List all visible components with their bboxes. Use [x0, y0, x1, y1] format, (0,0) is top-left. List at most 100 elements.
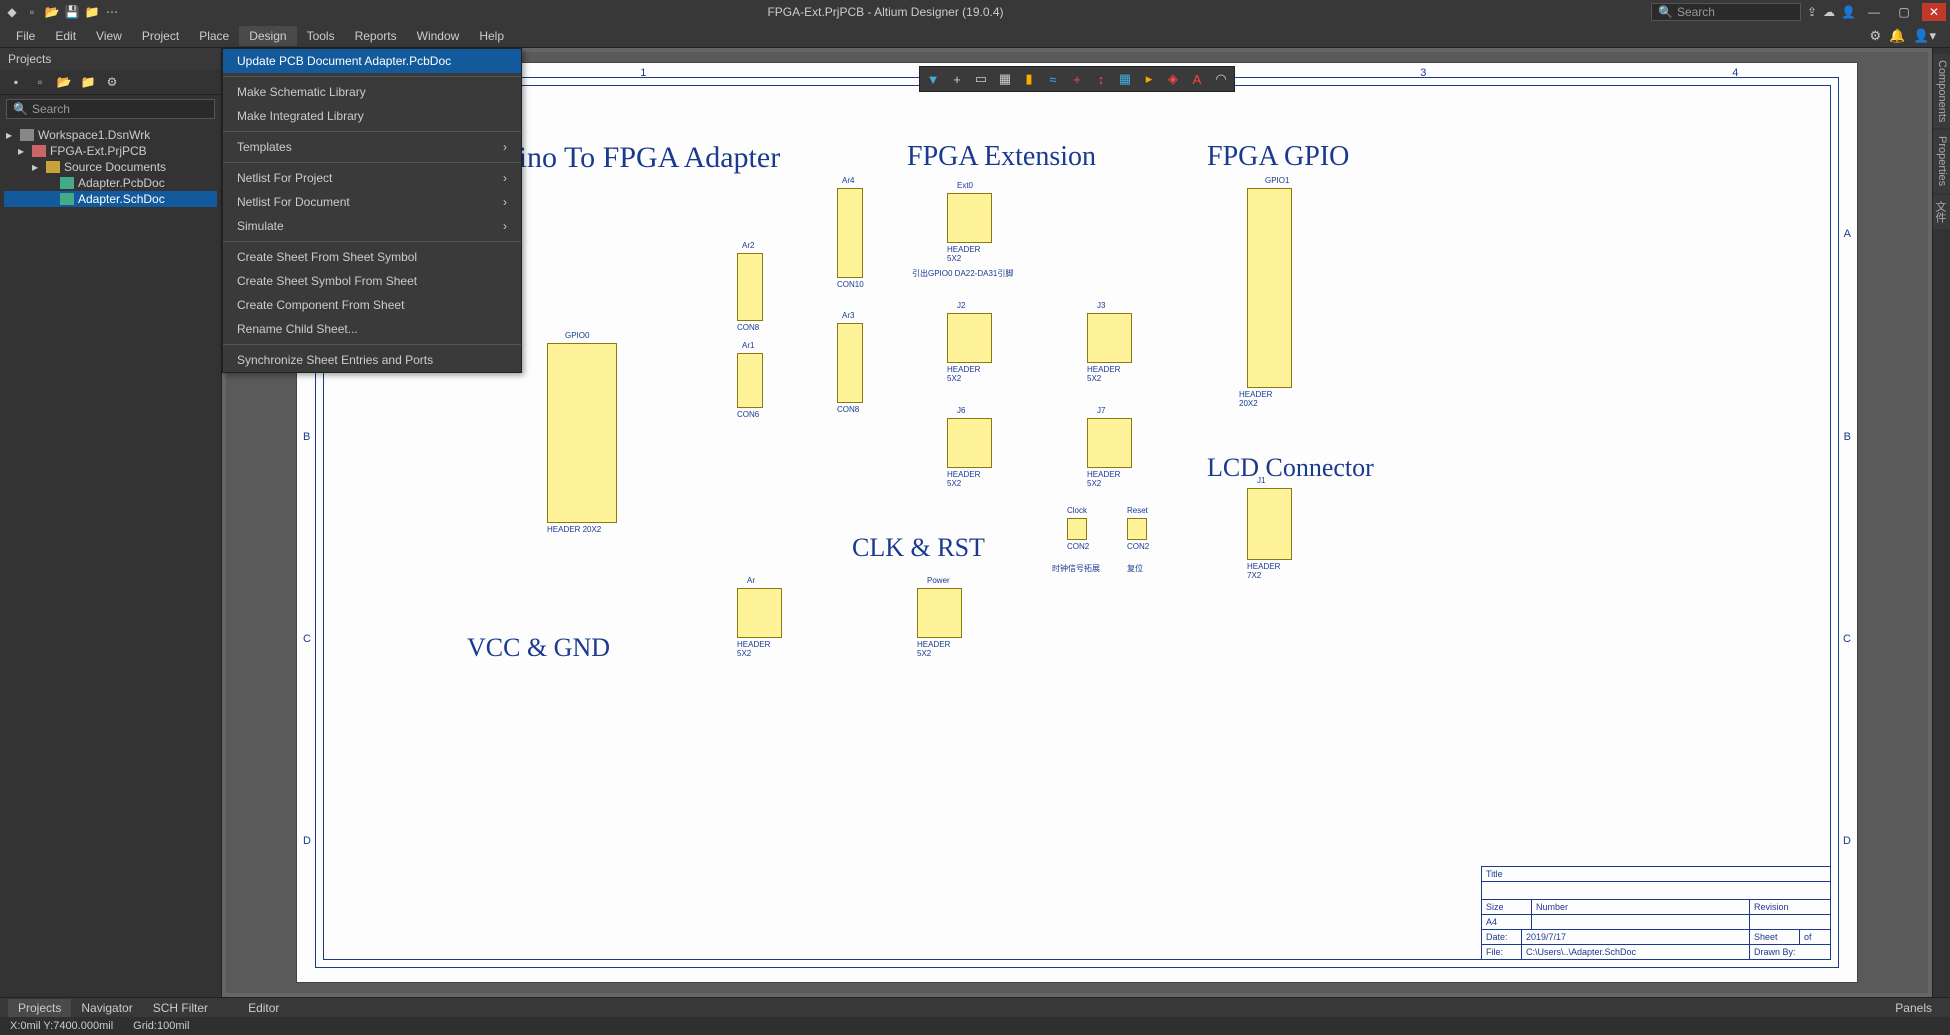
comp-ar2[interactable]: Ar2 CON8 — [737, 253, 763, 321]
projects-toolbar: ▪ ▫ 📂 📁 ⚙ — [0, 70, 221, 95]
tree-item[interactable]: ▸Workspace1.DsnWrk — [4, 127, 217, 143]
maximize-button[interactable]: ▢ — [1892, 3, 1916, 21]
menu-window[interactable]: Window — [407, 26, 470, 46]
align4-icon[interactable]: ↕ — [1092, 70, 1110, 88]
menu-place[interactable]: Place — [189, 26, 239, 46]
menu-file[interactable]: File — [6, 26, 45, 46]
zone-side-b: B — [1844, 431, 1851, 443]
comp-power[interactable]: Power HEADER 5X2 — [917, 588, 962, 638]
dropdown-item[interactable]: Templates — [223, 135, 521, 159]
menu-view[interactable]: View — [86, 26, 132, 46]
comp-j1[interactable]: J1 HEADER 7X2 — [1247, 488, 1292, 560]
menu-help[interactable]: Help — [469, 26, 514, 46]
tree-item[interactable]: Adapter.PcbDoc — [4, 175, 217, 191]
select-icon[interactable]: ▭ — [972, 70, 990, 88]
cloud-icon[interactable]: ☁ — [1823, 5, 1835, 19]
status-tab-schfilter[interactable]: SCH Filter — [143, 999, 218, 1017]
panel-btn2-icon[interactable]: ▫ — [32, 74, 48, 90]
zone-top-3: 3 — [1420, 67, 1426, 79]
user-icon[interactable]: 👤 — [1841, 5, 1856, 19]
text-icon[interactable]: A — [1188, 70, 1206, 88]
align3-icon[interactable]: + — [1068, 70, 1086, 88]
filter-icon[interactable]: ▼ — [924, 70, 942, 88]
zone-top-1: 1 — [640, 67, 646, 79]
dropdown-item[interactable]: Simulate — [223, 214, 521, 238]
status-panels[interactable]: Panels — [1885, 999, 1942, 1017]
comp-j2[interactable]: J2 HEADER 5X2 — [947, 313, 992, 363]
menu-reports[interactable]: Reports — [345, 26, 407, 46]
global-search[interactable]: 🔍 Search — [1651, 3, 1801, 21]
dropdown-item[interactable]: Update PCB Document Adapter.PcbDoc — [223, 49, 521, 73]
gear-icon[interactable]: ⚙ — [1869, 28, 1881, 44]
status-tab-projects[interactable]: Projects — [8, 999, 71, 1017]
account-icon[interactable]: 👤▾ — [1913, 28, 1936, 44]
open-icon[interactable]: 📂 — [44, 4, 60, 20]
menu-tools[interactable]: Tools — [297, 26, 345, 46]
move-icon[interactable]: ▸ — [1140, 70, 1158, 88]
comp-ar1[interactable]: Ar1 CON6 — [737, 353, 763, 408]
comp-ar3[interactable]: Ar3 CON8 — [837, 323, 863, 403]
dropdown-item[interactable]: Netlist For Project — [223, 166, 521, 190]
design-dropdown: Update PCB Document Adapter.PcbDoc Make S… — [222, 48, 522, 373]
comp-ar4[interactable]: Ar4 CON10 — [837, 188, 863, 278]
dropdown-item[interactable]: Rename Child Sheet... — [223, 317, 521, 341]
shape-icon[interactable]: ◠ — [1212, 70, 1230, 88]
search-placeholder: Search — [1677, 5, 1715, 19]
comp-j7[interactable]: J7 HEADER 5X2 — [1087, 418, 1132, 468]
panel-btn1-icon[interactable]: ▪ — [8, 74, 24, 90]
schematic-sheet[interactable]: 1 2 3 4 A B C D B C D Arduino To FPGA Ad… — [296, 62, 1858, 983]
grid-readout: Grid:100mil — [133, 1020, 189, 1032]
group-icon[interactable]: ▦ — [996, 70, 1014, 88]
save-icon[interactable]: 💾 — [64, 4, 80, 20]
zone-side-d: D — [1843, 835, 1851, 847]
dropdown-item[interactable]: Make Integrated Library — [223, 104, 521, 128]
comp-j6[interactable]: J6 HEADER 5X2 — [947, 418, 992, 468]
title-vccgnd: VCC & GND — [467, 633, 610, 663]
zone-left-d: D — [303, 835, 311, 847]
new-icon[interactable]: ▫ — [24, 4, 40, 20]
tab-properties[interactable]: Properties — [1933, 130, 1950, 192]
panel-btn4-icon[interactable]: 📁 — [80, 74, 96, 90]
comp-reset[interactable]: Reset CON2 — [1127, 518, 1147, 540]
dropdown-item[interactable]: Synchronize Sheet Entries and Ports — [223, 348, 521, 372]
tree-item[interactable]: Adapter.SchDoc — [4, 191, 217, 207]
color-icon[interactable]: ◈ — [1164, 70, 1182, 88]
dropdown-item[interactable]: Netlist For Document — [223, 190, 521, 214]
dropdown-item[interactable]: Create Sheet Symbol From Sheet — [223, 269, 521, 293]
dropdown-item[interactable]: Create Sheet From Sheet Symbol — [223, 245, 521, 269]
status-tab-navigator[interactable]: Navigator — [71, 999, 142, 1017]
comp-gpio1[interactable]: GPIO1 HEADER 20X2 — [1247, 188, 1292, 388]
status-tab-editor[interactable]: Editor — [238, 999, 289, 1017]
dropdown-item[interactable]: Create Component From Sheet — [223, 293, 521, 317]
menu-design[interactable]: Design — [239, 26, 296, 46]
active-bar: ▼ + ▭ ▦ ▮ ≈ + ↕ ▦ ▸ ◈ A ◠ — [919, 66, 1235, 92]
align1-icon[interactable]: ▮ — [1020, 70, 1038, 88]
tab-components[interactable]: Components — [1933, 54, 1950, 128]
comp-ar[interactable]: Ar HEADER 5X2 — [737, 588, 782, 638]
plus-icon[interactable]: + — [948, 70, 966, 88]
panel-btn5-icon[interactable]: ⚙ — [104, 74, 120, 90]
more-icon[interactable]: ⋯ — [104, 4, 120, 20]
dropdown-item[interactable]: Make Schematic Library — [223, 80, 521, 104]
menu-project[interactable]: Project — [132, 26, 189, 46]
comp-j3[interactable]: J3 HEADER 5X2 — [1087, 313, 1132, 363]
title-right-controls: 🔍 Search ⇪ ☁ 👤 — ▢ ✕ — [1651, 3, 1946, 21]
close-button[interactable]: ✕ — [1922, 3, 1946, 21]
align2-icon[interactable]: ≈ — [1044, 70, 1062, 88]
comp-ext0[interactable]: Ext0 HEADER 5X2 — [947, 193, 992, 243]
comp-clock[interactable]: Clock CON2 — [1067, 518, 1087, 540]
tree-item[interactable]: ▸FPGA-Ext.PrjPCB — [4, 143, 217, 159]
open2-icon[interactable]: 📁 — [84, 4, 100, 20]
notification-icon[interactable]: 🔔 — [1889, 28, 1905, 44]
projects-panel: Projects ▪ ▫ 📂 📁 ⚙ 🔍 Search ▸Workspace1.… — [0, 48, 222, 997]
tab-cn-file[interactable]: 文件 — [1933, 195, 1950, 229]
comp-gpio0[interactable]: GPIO0 HEADER 20X2 — [547, 343, 617, 523]
tree-item[interactable]: ▸Source Documents — [4, 159, 217, 175]
share-icon[interactable]: ⇪ — [1807, 5, 1817, 19]
panel-btn3-icon[interactable]: 📂 — [56, 74, 72, 90]
menu-edit[interactable]: Edit — [45, 26, 86, 46]
right-tabs: Components Properties 文件 — [1932, 48, 1950, 997]
projects-search[interactable]: 🔍 Search — [6, 99, 215, 119]
grid-icon[interactable]: ▦ — [1116, 70, 1134, 88]
minimize-button[interactable]: — — [1862, 3, 1886, 21]
